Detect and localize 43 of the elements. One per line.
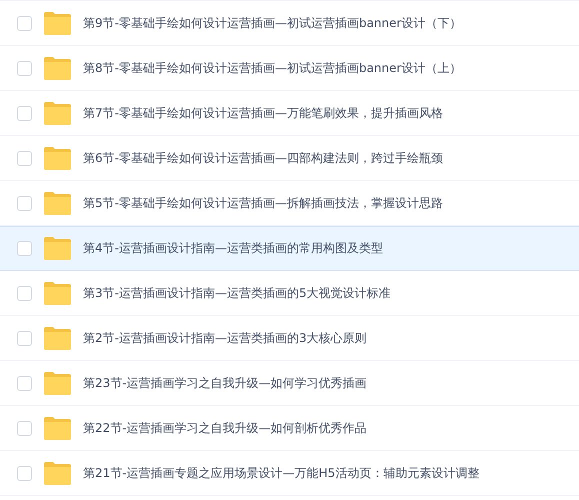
file-row[interactable]: 第9节-零基础手绘如何设计运营插画—初试运营插画banner设计（下）: [0, 1, 579, 46]
checkbox[interactable]: [17, 330, 32, 346]
folder-icon: [44, 372, 71, 394]
checkbox[interactable]: [17, 106, 32, 120]
folder-name[interactable]: 第23节-运营插画学习之自我升级—如何学习优秀插画: [83, 374, 367, 392]
file-row[interactable]: 第8节-零基础手绘如何设计运营插画—初试运营插画banner设计（上）: [0, 46, 579, 91]
folder-name[interactable]: 第9节-零基础手绘如何设计运营插画—初试运营插画banner设计（下）: [83, 14, 462, 32]
folder-name[interactable]: 第5节-零基础手绘如何设计运营插画—拆解插画技法，掌握设计思路: [83, 194, 443, 212]
file-row[interactable]: 第22节-运营插画学习之自我升级—如何剖析优秀作品: [0, 406, 579, 451]
folder-name[interactable]: 第8节-零基础手绘如何设计运营插画—初试运营插画banner设计（上）: [83, 59, 462, 77]
checkbox[interactable]: [17, 16, 32, 30]
folder-icon: [44, 146, 71, 170]
folder-name[interactable]: 第2节-运营插画设计指南—运营类插画的3大核心原则: [83, 329, 367, 347]
file-row[interactable]: 第23节-运营插画学习之自我升级—如何学习优秀插画: [0, 361, 579, 406]
checkbox[interactable]: [17, 286, 32, 300]
folder-icon: [44, 192, 71, 214]
file-row[interactable]: 第7节-零基础手绘如何设计运营插画—万能笔刷效果，提升插画风格: [0, 91, 579, 136]
folder-icon: [44, 56, 71, 80]
checkbox[interactable]: [17, 150, 32, 166]
folder-icon: [44, 462, 71, 484]
folder-icon: [44, 416, 71, 440]
folder-icon: [44, 236, 71, 260]
file-row[interactable]: 第2节-运营插画设计指南—运营类插画的3大核心原则: [0, 316, 579, 361]
checkbox[interactable]: [17, 376, 32, 390]
checkbox[interactable]: [17, 60, 32, 76]
folder-icon: [44, 102, 71, 124]
checkbox[interactable]: [17, 196, 32, 210]
folder-icon: [44, 12, 71, 34]
file-row[interactable]: 第4节-运营插画设计指南—运营类插画的常用构图及类型: [0, 226, 579, 271]
folder-name[interactable]: 第7节-零基础手绘如何设计运营插画—万能笔刷效果，提升插画风格: [83, 104, 443, 122]
checkbox[interactable]: [17, 466, 32, 480]
file-row[interactable]: 第21节-运营插画专题之应用场景设计—万能H5活动页：辅助元素设计调整: [0, 451, 579, 496]
file-row[interactable]: 第6节-零基础手绘如何设计运营插画—四部构建法则，跨过手绘瓶颈: [0, 136, 579, 181]
checkbox[interactable]: [17, 420, 32, 436]
folder-name[interactable]: 第22节-运营插画学习之自我升级—如何剖析优秀作品: [83, 419, 367, 437]
folder-name[interactable]: 第21节-运营插画专题之应用场景设计—万能H5活动页：辅助元素设计调整: [83, 464, 480, 482]
folder-icon: [44, 326, 71, 350]
file-row[interactable]: 第3节-运营插画设计指南—运营类插画的5大视觉设计标准: [0, 271, 579, 316]
checkbox[interactable]: [17, 240, 32, 256]
folder-name[interactable]: 第6节-零基础手绘如何设计运营插画—四部构建法则，跨过手绘瓶颈: [83, 149, 443, 167]
folder-name[interactable]: 第4节-运营插画设计指南—运营类插画的常用构图及类型: [83, 239, 383, 257]
folder-name[interactable]: 第3节-运营插画设计指南—运营类插画的5大视觉设计标准: [83, 284, 391, 302]
folder-icon: [44, 282, 71, 304]
